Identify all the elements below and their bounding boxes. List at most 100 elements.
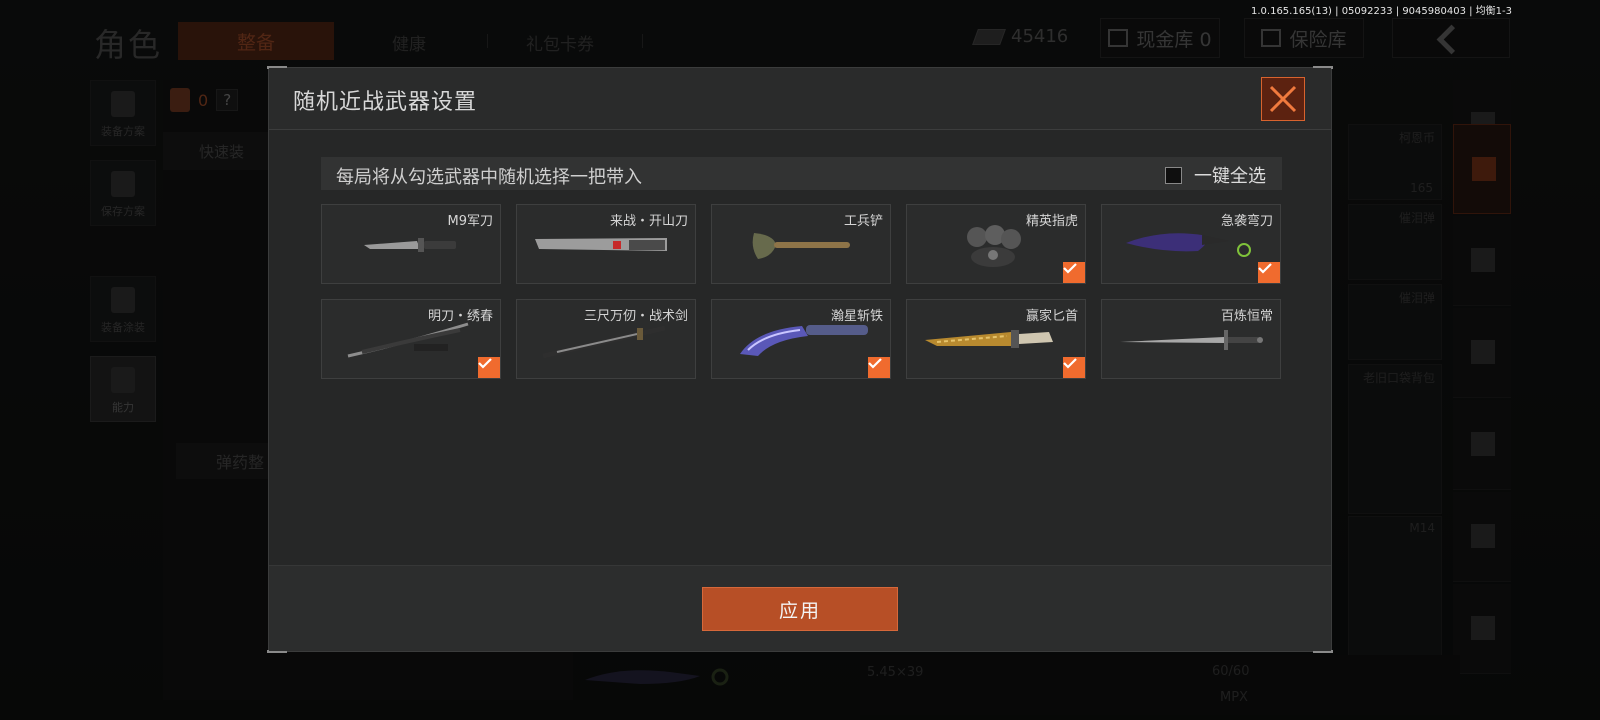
rifle-icon bbox=[1471, 340, 1495, 364]
weapon-slot-strip bbox=[860, 655, 1460, 715]
lightning-icon bbox=[111, 367, 135, 393]
save-plan-button[interactable]: 保存方案 bbox=[90, 160, 156, 226]
select-all-label: 一键全选 bbox=[1194, 166, 1266, 187]
inventory-item-label: 催泪弹 bbox=[1398, 211, 1435, 225]
currency-display: 45416 bbox=[972, 26, 1069, 47]
gear-piece-icon bbox=[1471, 248, 1495, 272]
inventory-item[interactable]: 催泪弹 bbox=[1348, 284, 1442, 360]
safe-icon bbox=[1261, 29, 1282, 47]
weapon-name: 明刀・绣春 bbox=[427, 309, 493, 324]
caliber-text: 5.45×39 bbox=[867, 665, 924, 680]
instruction-text: 每局将从勾选武器中随机选择一把带入 bbox=[336, 167, 642, 188]
game-screen: 角色 整备 健康 礼包卡券 45416 现金库 0 保险库 装备方案 保存方案 bbox=[0, 0, 1600, 720]
category-misc[interactable] bbox=[1453, 584, 1511, 674]
weapon-card[interactable]: 瀚星斩铁 bbox=[711, 299, 891, 379]
cash-icon bbox=[972, 28, 1006, 45]
instruction-bar: 每局将从勾选武器中随机选择一把带入 一键全选 bbox=[321, 157, 1282, 190]
weapon-checkbox[interactable] bbox=[1258, 262, 1280, 283]
weapon-name: 急袭弯刀 bbox=[1220, 214, 1273, 229]
inventory-item-label: 柯恩币 bbox=[1398, 131, 1435, 145]
cash-vault-button[interactable]: 现金库 0 bbox=[1100, 18, 1220, 58]
inventory-item-label: 老旧口袋背包 bbox=[1362, 371, 1435, 385]
weapon-name: 工兵铲 bbox=[843, 214, 883, 229]
currency-amount: 45416 bbox=[1011, 26, 1069, 47]
category-weapons[interactable] bbox=[1453, 308, 1511, 398]
tab-divider bbox=[642, 34, 643, 48]
bag-count: 0 bbox=[198, 90, 209, 110]
inventory-item[interactable]: 催泪弹 bbox=[1348, 204, 1442, 280]
weapon-card[interactable]: 明刀・绣春 bbox=[321, 299, 501, 379]
weapon-card[interactable]: 工兵铲 bbox=[711, 204, 891, 284]
layers-icon bbox=[1472, 157, 1496, 181]
inventory-item-label: 催泪弹 bbox=[1398, 291, 1435, 305]
inventory-item[interactable]: 老旧口袋背包 bbox=[1348, 364, 1442, 514]
weapon-name: 瀚星斩铁 bbox=[830, 309, 883, 324]
category-selected[interactable] bbox=[1453, 124, 1511, 214]
helmet-icon bbox=[111, 287, 135, 313]
weapon-checkbox[interactable] bbox=[1063, 357, 1085, 378]
safe-box-label: 保险库 bbox=[1289, 28, 1347, 51]
bag-counter: 0 ? bbox=[170, 88, 239, 112]
weapon-card[interactable]: 精英指虎 bbox=[906, 204, 1086, 284]
category-gear[interactable] bbox=[1453, 216, 1511, 306]
weapon-checkbox[interactable] bbox=[868, 357, 890, 378]
dialog-title: 随机近战武器设置 bbox=[293, 90, 478, 115]
back-button[interactable] bbox=[1392, 18, 1510, 58]
inventory-item[interactable]: 柯恩币 165 bbox=[1348, 124, 1442, 200]
inventory-item[interactable]: M14 bbox=[1348, 516, 1442, 656]
tab-divider bbox=[487, 34, 488, 48]
weapon-name: 赢家匕首 bbox=[1025, 309, 1078, 324]
safe-box-button[interactable]: 保险库 bbox=[1244, 18, 1364, 58]
weapon-card[interactable]: M9军刀 bbox=[321, 204, 501, 284]
attachment-icon bbox=[1471, 524, 1495, 548]
close-icon bbox=[1269, 85, 1297, 113]
weapon-name: 精英指虎 bbox=[1025, 214, 1078, 229]
cash-vault-label: 现金库 0 bbox=[1136, 28, 1212, 51]
weapon-name: 百炼恒常 bbox=[1220, 309, 1273, 324]
checkmark-icon bbox=[478, 358, 492, 369]
tab-loadout[interactable]: 整备 bbox=[178, 22, 334, 60]
ability-button[interactable]: 能力 bbox=[90, 356, 156, 422]
version-text: 1.0.165.165(13) | 05092233 | 9045980403 … bbox=[1251, 6, 1512, 17]
weapon-name-text: MPX bbox=[1220, 690, 1248, 705]
left-button-label: 装备方案 bbox=[101, 125, 145, 138]
tab-health[interactable]: 健康 bbox=[392, 30, 426, 55]
loadout-plan-button[interactable]: 装备方案 bbox=[90, 80, 156, 146]
bag-icon bbox=[170, 88, 190, 112]
weapon-card[interactable]: 急袭弯刀 bbox=[1101, 204, 1281, 284]
dialog-footer: 应用 bbox=[269, 565, 1331, 651]
close-button[interactable] bbox=[1261, 77, 1305, 121]
checkmark-icon bbox=[1258, 263, 1272, 274]
tab-gift-coupons[interactable]: 礼包卡券 bbox=[526, 30, 594, 55]
weapon-name: M9军刀 bbox=[447, 214, 494, 229]
category-attachments[interactable] bbox=[1453, 492, 1511, 582]
inventory-item-count: 165 bbox=[1410, 181, 1433, 195]
checkmark-icon bbox=[1063, 358, 1077, 369]
weapon-checkbox[interactable] bbox=[1063, 262, 1085, 283]
weapon-name: 来战・开山刀 bbox=[609, 214, 688, 229]
download-icon bbox=[111, 171, 135, 197]
help-icon[interactable]: ? bbox=[216, 89, 239, 111]
skin-button[interactable]: 装备涂装 bbox=[90, 276, 156, 342]
apply-button[interactable]: 应用 bbox=[702, 587, 898, 631]
weapon-card[interactable]: 三尺万仞・战术剑 bbox=[516, 299, 696, 379]
left-button-label: 能力 bbox=[112, 401, 134, 414]
dialog-header: 随机近战武器设置 bbox=[269, 68, 1331, 130]
category-magazines[interactable] bbox=[1453, 400, 1511, 490]
backpack-icon bbox=[111, 91, 135, 117]
left-button-label: 保存方案 bbox=[101, 205, 145, 218]
weapon-name: 三尺万仞・战术剑 bbox=[583, 309, 688, 324]
weapon-checkbox[interactable] bbox=[478, 357, 500, 378]
select-all-checkbox[interactable] bbox=[1165, 166, 1182, 184]
ammo-count-text: 60/60 bbox=[1212, 664, 1250, 679]
weapon-card[interactable]: 百炼恒常 bbox=[1101, 299, 1281, 379]
select-all-toggle[interactable]: 一键全选 bbox=[1165, 162, 1266, 188]
random-melee-settings-dialog: 随机近战武器设置 每局将从勾选武器中随机选择一把带入 一键全选 M9军刀 来战・… bbox=[267, 66, 1333, 653]
checkmark-icon bbox=[1063, 263, 1077, 274]
weapon-card[interactable]: 赢家匕首 bbox=[906, 299, 1086, 379]
weapon-card[interactable]: 来战・开山刀 bbox=[516, 204, 696, 284]
vault-icon bbox=[1108, 29, 1129, 47]
left-button-label: 装备涂装 bbox=[101, 321, 145, 334]
page-title: 角色 bbox=[94, 26, 163, 64]
magazine-icon bbox=[1471, 432, 1495, 456]
